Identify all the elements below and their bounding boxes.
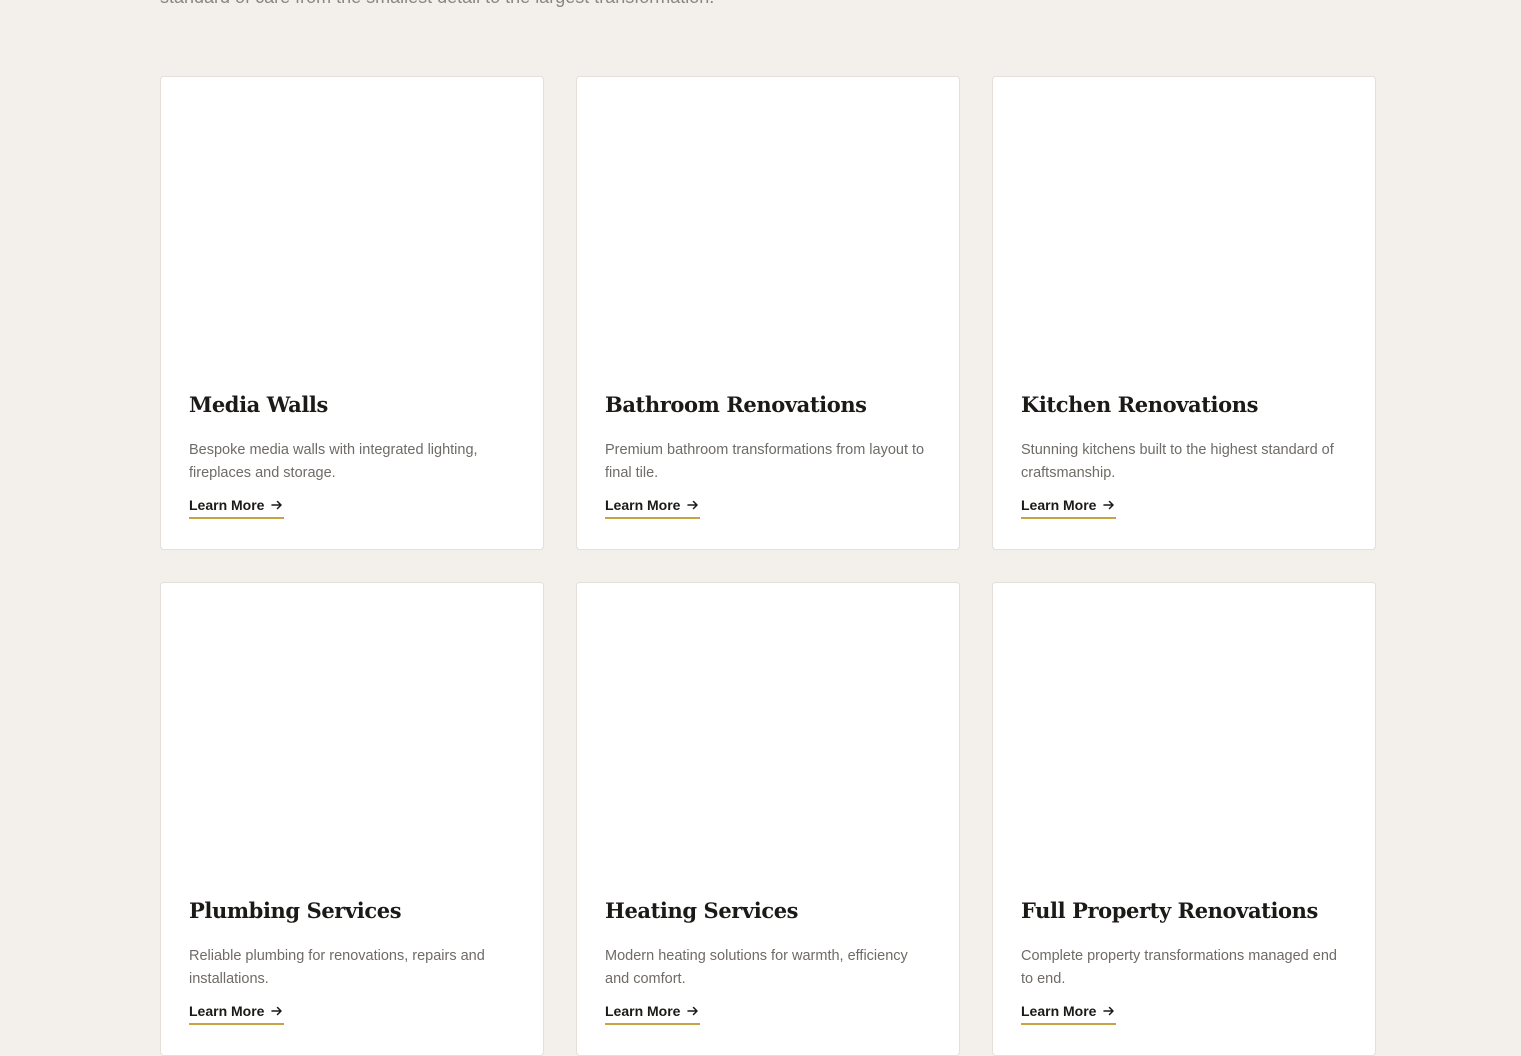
service-card-body: Full Property Renovations Complete prope…: [1021, 897, 1347, 991]
service-image: [161, 583, 543, 883]
learn-more-link[interactable]: Learn More: [189, 497, 285, 519]
service-title: Heating Services: [605, 898, 799, 923]
service-card-kitchen-renovations: Kitchen Renovations Stunning kitchens bu…: [992, 76, 1376, 550]
learn-more-label: Learn More: [1021, 497, 1097, 513]
service-card-bathroom-renovations: Bathroom Renovations Premium bathroom tr…: [576, 76, 960, 550]
service-description: Stunning kitchens built to the highest s…: [1021, 442, 1334, 481]
learn-more-link[interactable]: Learn More: [1021, 497, 1117, 519]
services-grid: Media Walls Bespoke media walls with int…: [160, 76, 1376, 1056]
service-description: Bespoke media walls with integrated ligh…: [189, 442, 478, 481]
learn-more-label: Learn More: [189, 1003, 265, 1019]
learn-more-label: Learn More: [605, 497, 681, 513]
learn-more-label: Learn More: [605, 1003, 681, 1019]
service-card-full-property-renovations: Full Property Renovations Complete prope…: [992, 582, 1376, 1056]
service-title: Kitchen Renovations: [1021, 392, 1258, 417]
arrow-right-icon: [1103, 1006, 1115, 1016]
section-intro-text: standard of care from the smallest detai…: [160, 0, 714, 10]
learn-more-label: Learn More: [189, 497, 265, 513]
service-card-body: Media Walls Bespoke media walls with int…: [189, 391, 515, 485]
service-image: [577, 77, 959, 377]
service-card-body: Bathroom Renovations Premium bathroom tr…: [605, 391, 931, 485]
learn-more-link[interactable]: Learn More: [605, 1003, 701, 1025]
service-title: Full Property Renovations: [1021, 898, 1318, 923]
learn-more-link[interactable]: Learn More: [605, 497, 701, 519]
service-card-heating-services: Heating Services Modern heating solution…: [576, 582, 960, 1056]
service-title: Media Walls: [189, 392, 328, 417]
service-image: [577, 583, 959, 883]
service-title: Plumbing Services: [189, 898, 402, 923]
service-description: Premium bathroom transformations from la…: [605, 442, 925, 481]
service-image: [993, 583, 1375, 883]
service-card-body: Plumbing Services Reliable plumbing for …: [189, 897, 515, 991]
arrow-right-icon: [687, 500, 699, 510]
service-description: Reliable plumbing for renovations, repai…: [189, 948, 485, 987]
service-image: [161, 77, 543, 377]
service-card-body: Heating Services Modern heating solution…: [605, 897, 931, 991]
learn-more-link[interactable]: Learn More: [189, 1003, 285, 1025]
service-title: Bathroom Renovations: [605, 392, 867, 417]
service-description: Modern heating solutions for warmth, eff…: [605, 948, 908, 987]
learn-more-label: Learn More: [1021, 1003, 1097, 1019]
arrow-right-icon: [687, 1006, 699, 1016]
arrow-right-icon: [271, 500, 283, 510]
arrow-right-icon: [271, 1006, 283, 1016]
arrow-right-icon: [1103, 500, 1115, 510]
service-card-body: Kitchen Renovations Stunning kitchens bu…: [1021, 391, 1347, 485]
learn-more-link[interactable]: Learn More: [1021, 1003, 1117, 1025]
service-card-plumbing-services: Plumbing Services Reliable plumbing for …: [160, 582, 544, 1056]
service-image: [993, 77, 1375, 377]
service-card-media-walls: Media Walls Bespoke media walls with int…: [160, 76, 544, 550]
service-description: Complete property transformations manage…: [1021, 948, 1337, 987]
